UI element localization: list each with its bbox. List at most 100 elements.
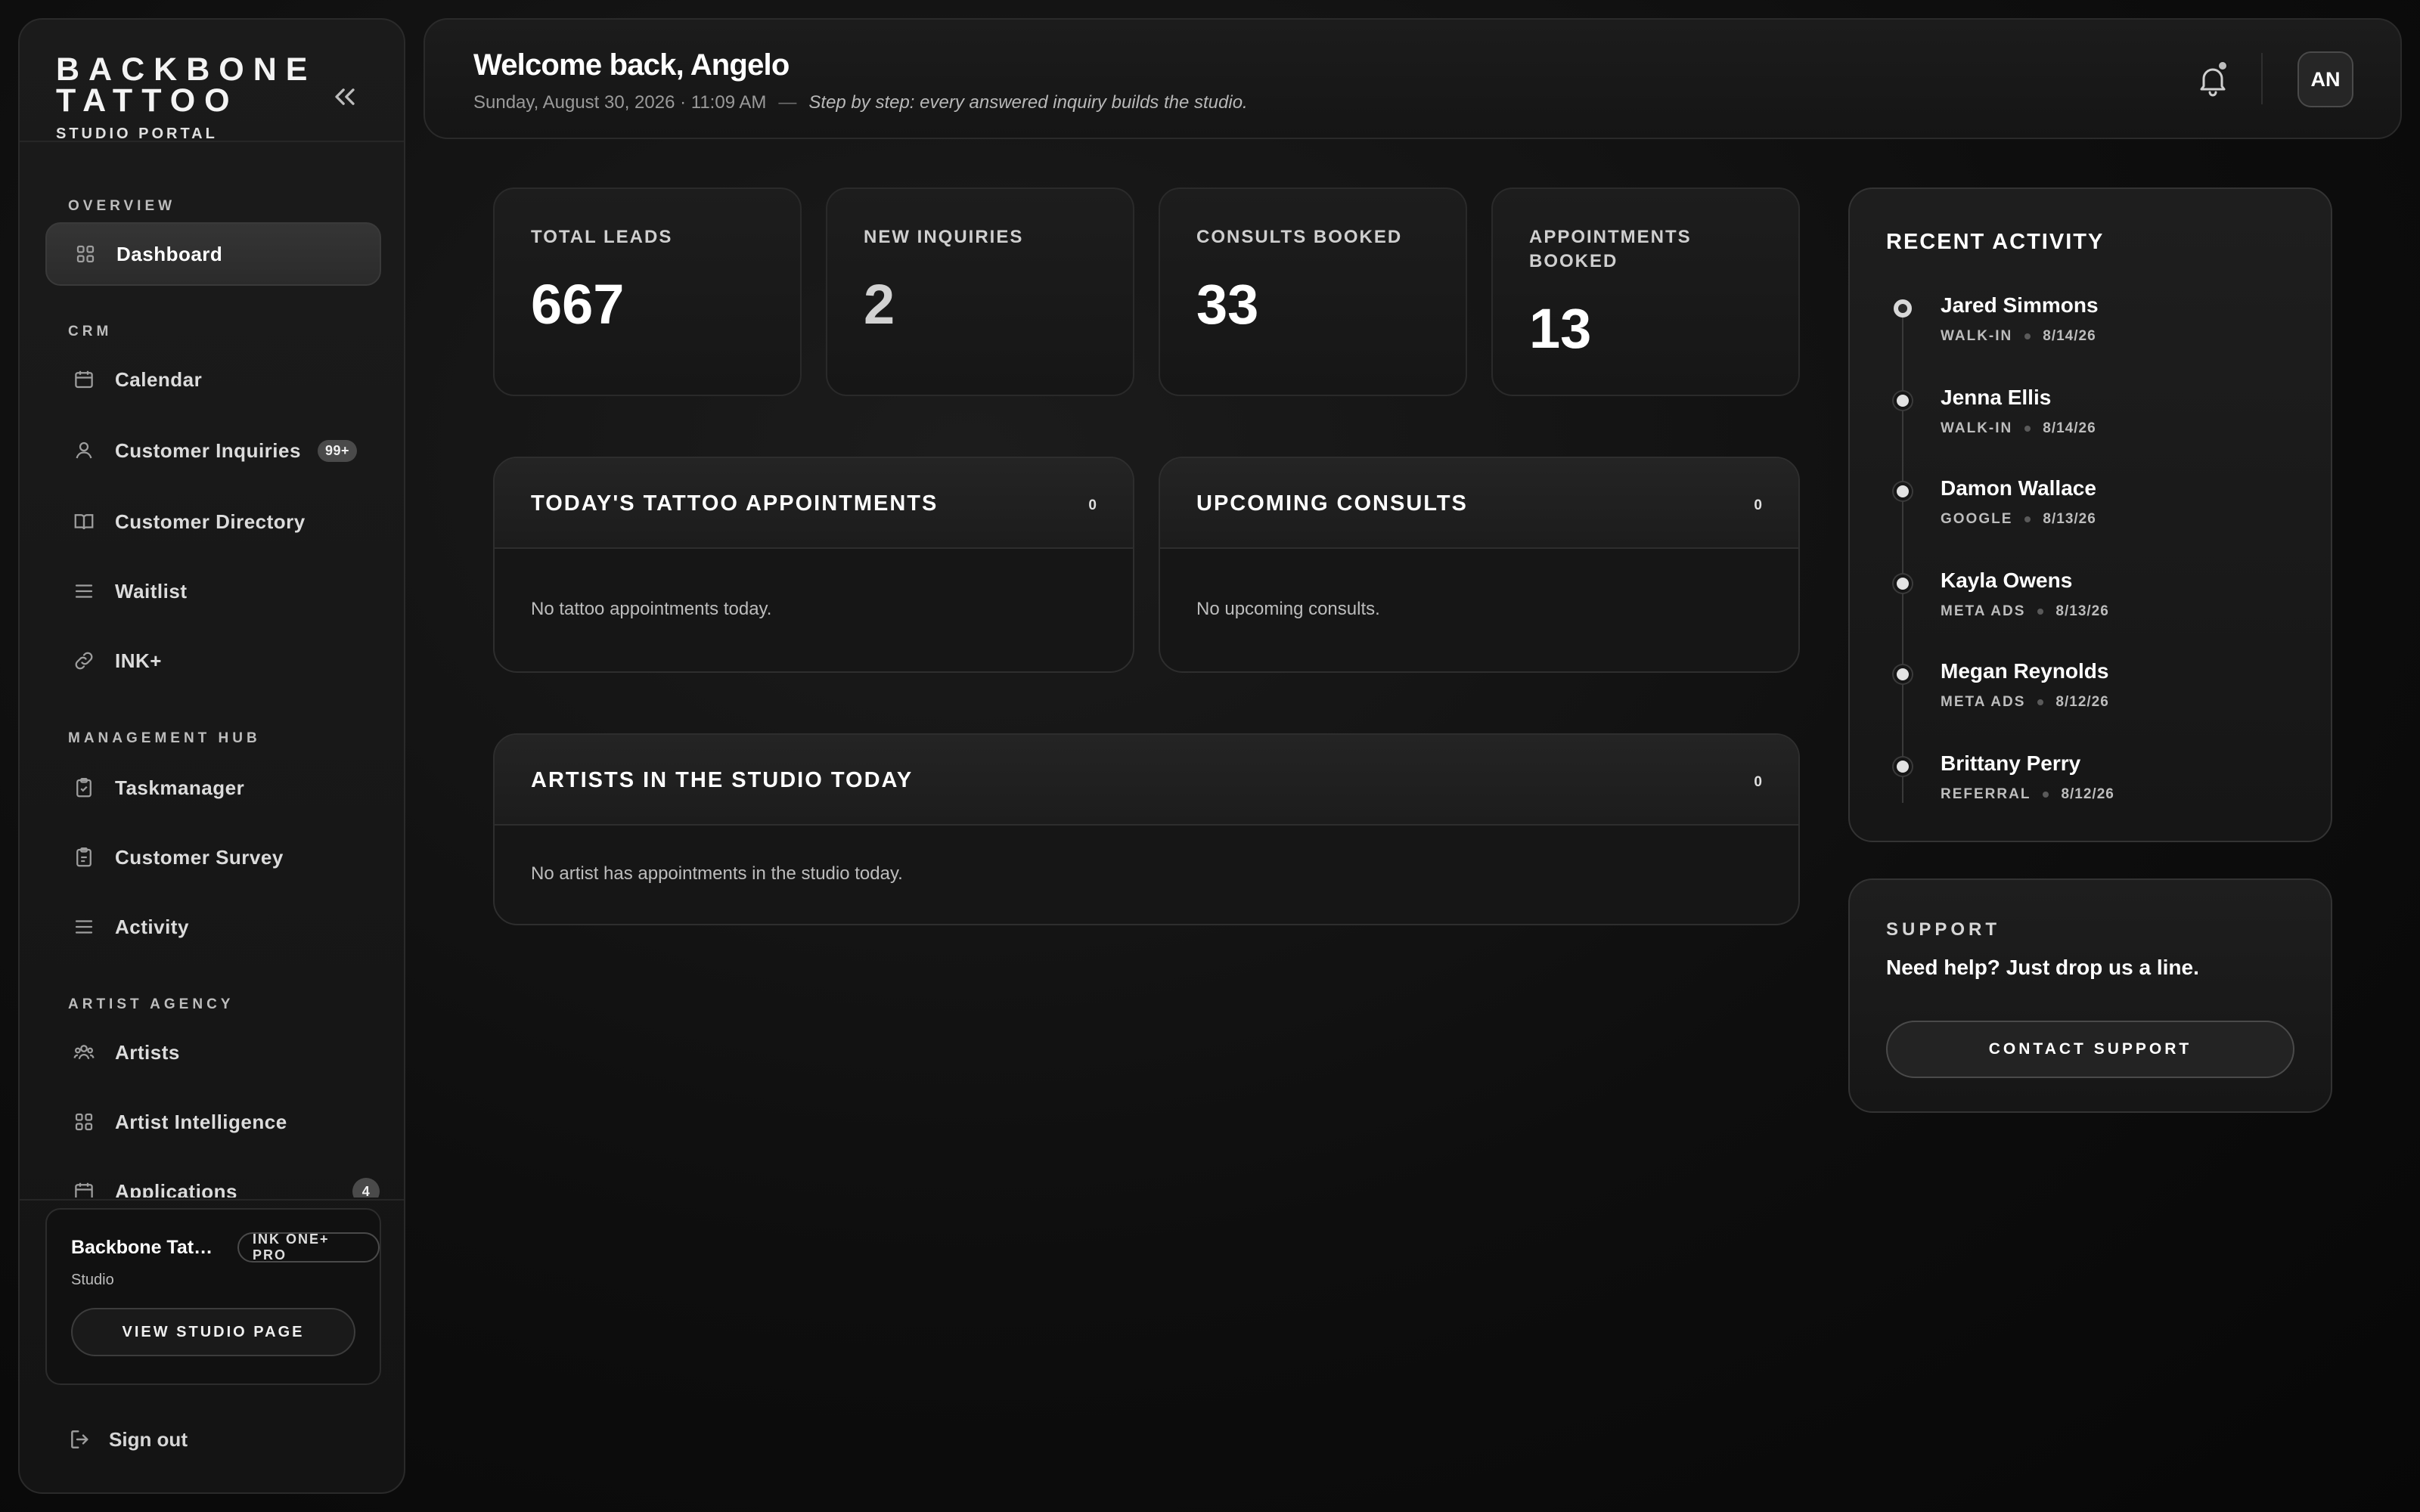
activity-meta: WALK-IN 8/14/26 — [1941, 420, 2096, 437]
stat-label: CONSULTS BOOKED — [1196, 227, 1403, 247]
dot-separator — [2024, 333, 2031, 339]
sidebar-item-label: Applications — [115, 1179, 238, 1198]
sidebar-item-label: Taskmanager — [115, 776, 245, 799]
activity-item[interactable]: Jared Simmons WALK-IN 8/14/26 — [1886, 292, 2310, 367]
todays-appointments-panel: TODAY'S TATTOO APPOINTMENTS 0 No tattoo … — [493, 457, 1134, 673]
stat-card-appointments-booked: APPOINTMENTS BOOKED 13 — [1491, 187, 1800, 396]
activity-name: Brittany Perry — [1941, 751, 2081, 775]
activity-item[interactable]: Damon Wallace GOOGLE 8/13/26 — [1886, 475, 2310, 550]
brand: BACKBONE TATTOO STUDIO PORTAL — [56, 54, 307, 143]
sidebar-item-label: Customer Directory — [115, 510, 306, 533]
panel-count: 0 — [1754, 497, 1762, 513]
activity-item[interactable]: Jenna Ellis WALK-IN 8/14/26 — [1886, 384, 2310, 460]
activity-name: Jenna Ellis — [1941, 386, 2052, 409]
recent-activity-panel: RECENT ACTIVITY Jared Simmons WALK-IN 8/1… — [1848, 187, 2332, 842]
dot-separator — [2043, 792, 2049, 798]
activity-source: WALK-IN — [1941, 328, 2013, 344]
user-icon — [73, 439, 95, 462]
activity-name: Jared Simmons — [1941, 293, 2099, 317]
panel-count: 0 — [1754, 774, 1762, 790]
user-avatar[interactable]: AN — [2297, 51, 2353, 107]
sidebar-item-customer-directory[interactable]: Customer Directory — [45, 490, 381, 553]
timeline-dot — [1894, 575, 1912, 593]
section-label-management-hub: MANAGEMENT HUB — [68, 730, 261, 746]
activity-source: REFERRAL — [1941, 786, 2031, 802]
empty-state-text: No artist has appointments in the studio… — [531, 863, 903, 884]
sidebar-item-artist-intelligence[interactable]: Artist Intelligence — [45, 1090, 381, 1154]
sidebar-item-waitlist[interactable]: Waitlist — [45, 559, 381, 623]
panel-header: TODAY'S TATTOO APPOINTMENTS 0 — [495, 458, 1133, 549]
sidebar-item-label: Activity — [115, 915, 189, 938]
dot-separator — [2024, 516, 2031, 522]
activity-date: 8/12/26 — [2061, 786, 2114, 802]
panel-title: ARTISTS IN THE STUDIO TODAY — [531, 768, 914, 792]
sidebar-item-artists[interactable]: Artists — [45, 1021, 381, 1084]
panel-title: TODAY'S TATTOO APPOINTMENTS — [531, 491, 939, 516]
section-label-crm: CRM — [68, 324, 113, 339]
calendar-icon — [73, 1180, 95, 1198]
link-icon — [73, 649, 95, 672]
sign-out-button[interactable]: Sign out — [68, 1427, 188, 1452]
sidebar-item-label: Customer Inquiries — [115, 438, 301, 462]
stat-card-consults-booked: CONSULTS BOOKED 33 — [1159, 187, 1467, 396]
panel-header: UPCOMING CONSULTS 0 — [1160, 458, 1798, 549]
activity-date: 8/13/26 — [2043, 511, 2096, 527]
sidebar-item-ink-plus[interactable]: INK+ — [45, 629, 381, 692]
stat-label: APPOINTMENTS BOOKED — [1529, 227, 1692, 271]
stat-value: 667 — [531, 273, 625, 336]
sidebar-item-customer-inquiries[interactable]: Customer Inquiries 99+ — [45, 419, 381, 482]
activity-item[interactable]: Megan Reynolds META ADS 8/12/26 — [1886, 658, 2310, 733]
sidebar-item-customer-survey[interactable]: Customer Survey — [45, 826, 381, 889]
stat-value: 2 — [864, 273, 895, 336]
sidebar-item-taskmanager[interactable]: Taskmanager — [45, 756, 381, 820]
top-header: Welcome back, Angelo Sunday, August 30, … — [424, 18, 2402, 139]
studio-name: Backbone Tattoo — [71, 1237, 215, 1258]
activity-meta: REFERRAL 8/12/26 — [1941, 786, 2114, 803]
activity-meta: GOOGLE 8/13/26 — [1941, 511, 2096, 528]
contact-support-button[interactable]: CONTACT SUPPORT — [1886, 1021, 2294, 1078]
empty-state-text: No upcoming consults. — [1196, 599, 1380, 619]
stat-card-new-inquiries: NEW INQUIRIES 2 — [826, 187, 1134, 396]
book-icon — [73, 510, 95, 533]
timeline-dot — [1894, 665, 1912, 683]
list-icon — [73, 580, 95, 603]
grid-icon — [73, 1111, 95, 1133]
plan-badge: INK ONE+ PRO — [237, 1232, 380, 1263]
welcome-title: Welcome back, Angelo — [473, 48, 790, 82]
view-studio-page-button[interactable]: VIEW STUDIO PAGE — [71, 1308, 355, 1356]
activity-name: Megan Reynolds — [1941, 659, 2109, 683]
sidebar-item-label: Artists — [115, 1040, 180, 1064]
dot-separator — [2024, 426, 2031, 432]
dot-separator — [2037, 609, 2044, 615]
sidebar-item-label: Dashboard — [116, 242, 223, 265]
activity-date: 8/12/26 — [2055, 694, 2109, 710]
activity-item[interactable]: Kayla Owens META ADS 8/13/26 — [1886, 567, 2310, 643]
sidebar-nav: OVERVIEW Dashboard CRM Calendar Customer… — [20, 142, 404, 1198]
activity-name: Kayla Owens — [1941, 569, 2073, 592]
activity-source: META ADS — [1941, 603, 2026, 619]
sidebar-item-calendar[interactable]: Calendar — [45, 348, 381, 411]
sidebar: BACKBONE TATTOO STUDIO PORTAL OVERVIEW D… — [18, 18, 405, 1494]
sidebar-item-dashboard[interactable]: Dashboard — [45, 222, 381, 286]
current-datetime: Sunday, August 30, 2026 · 11:09 AM — [473, 92, 767, 113]
users-icon — [73, 1041, 95, 1064]
timeline-dot — [1894, 482, 1912, 500]
activity-date: 8/13/26 — [2055, 603, 2109, 619]
support-label: SUPPORT — [1886, 919, 2001, 940]
activity-item[interactable]: Brittany Perry REFERRAL 8/12/26 — [1886, 750, 2310, 826]
sidebar-item-label: Customer Survey — [115, 845, 284, 869]
sidebar-item-activity[interactable]: Activity — [45, 895, 381, 959]
separator-dash: — — [778, 92, 797, 113]
sidebar-item-applications[interactable]: Applications 4 — [45, 1160, 381, 1198]
applications-count-badge: 4 — [352, 1178, 380, 1198]
panel-title: RECENT ACTIVITY — [1886, 230, 2105, 254]
activity-source: GOOGLE — [1941, 511, 2013, 527]
activity-source: META ADS — [1941, 694, 2026, 710]
sidebar-item-label: INK+ — [115, 649, 162, 672]
activity-meta: WALK-IN 8/14/26 — [1941, 328, 2096, 345]
support-text: Need help? Just drop us a line. — [1886, 956, 2199, 979]
collapse-sidebar-icon[interactable] — [328, 80, 361, 113]
panel-header: ARTISTS IN THE STUDIO TODAY 0 — [495, 735, 1798, 826]
stat-card-total-leads: TOTAL LEADS 667 — [493, 187, 802, 396]
dot-separator — [2037, 699, 2044, 705]
